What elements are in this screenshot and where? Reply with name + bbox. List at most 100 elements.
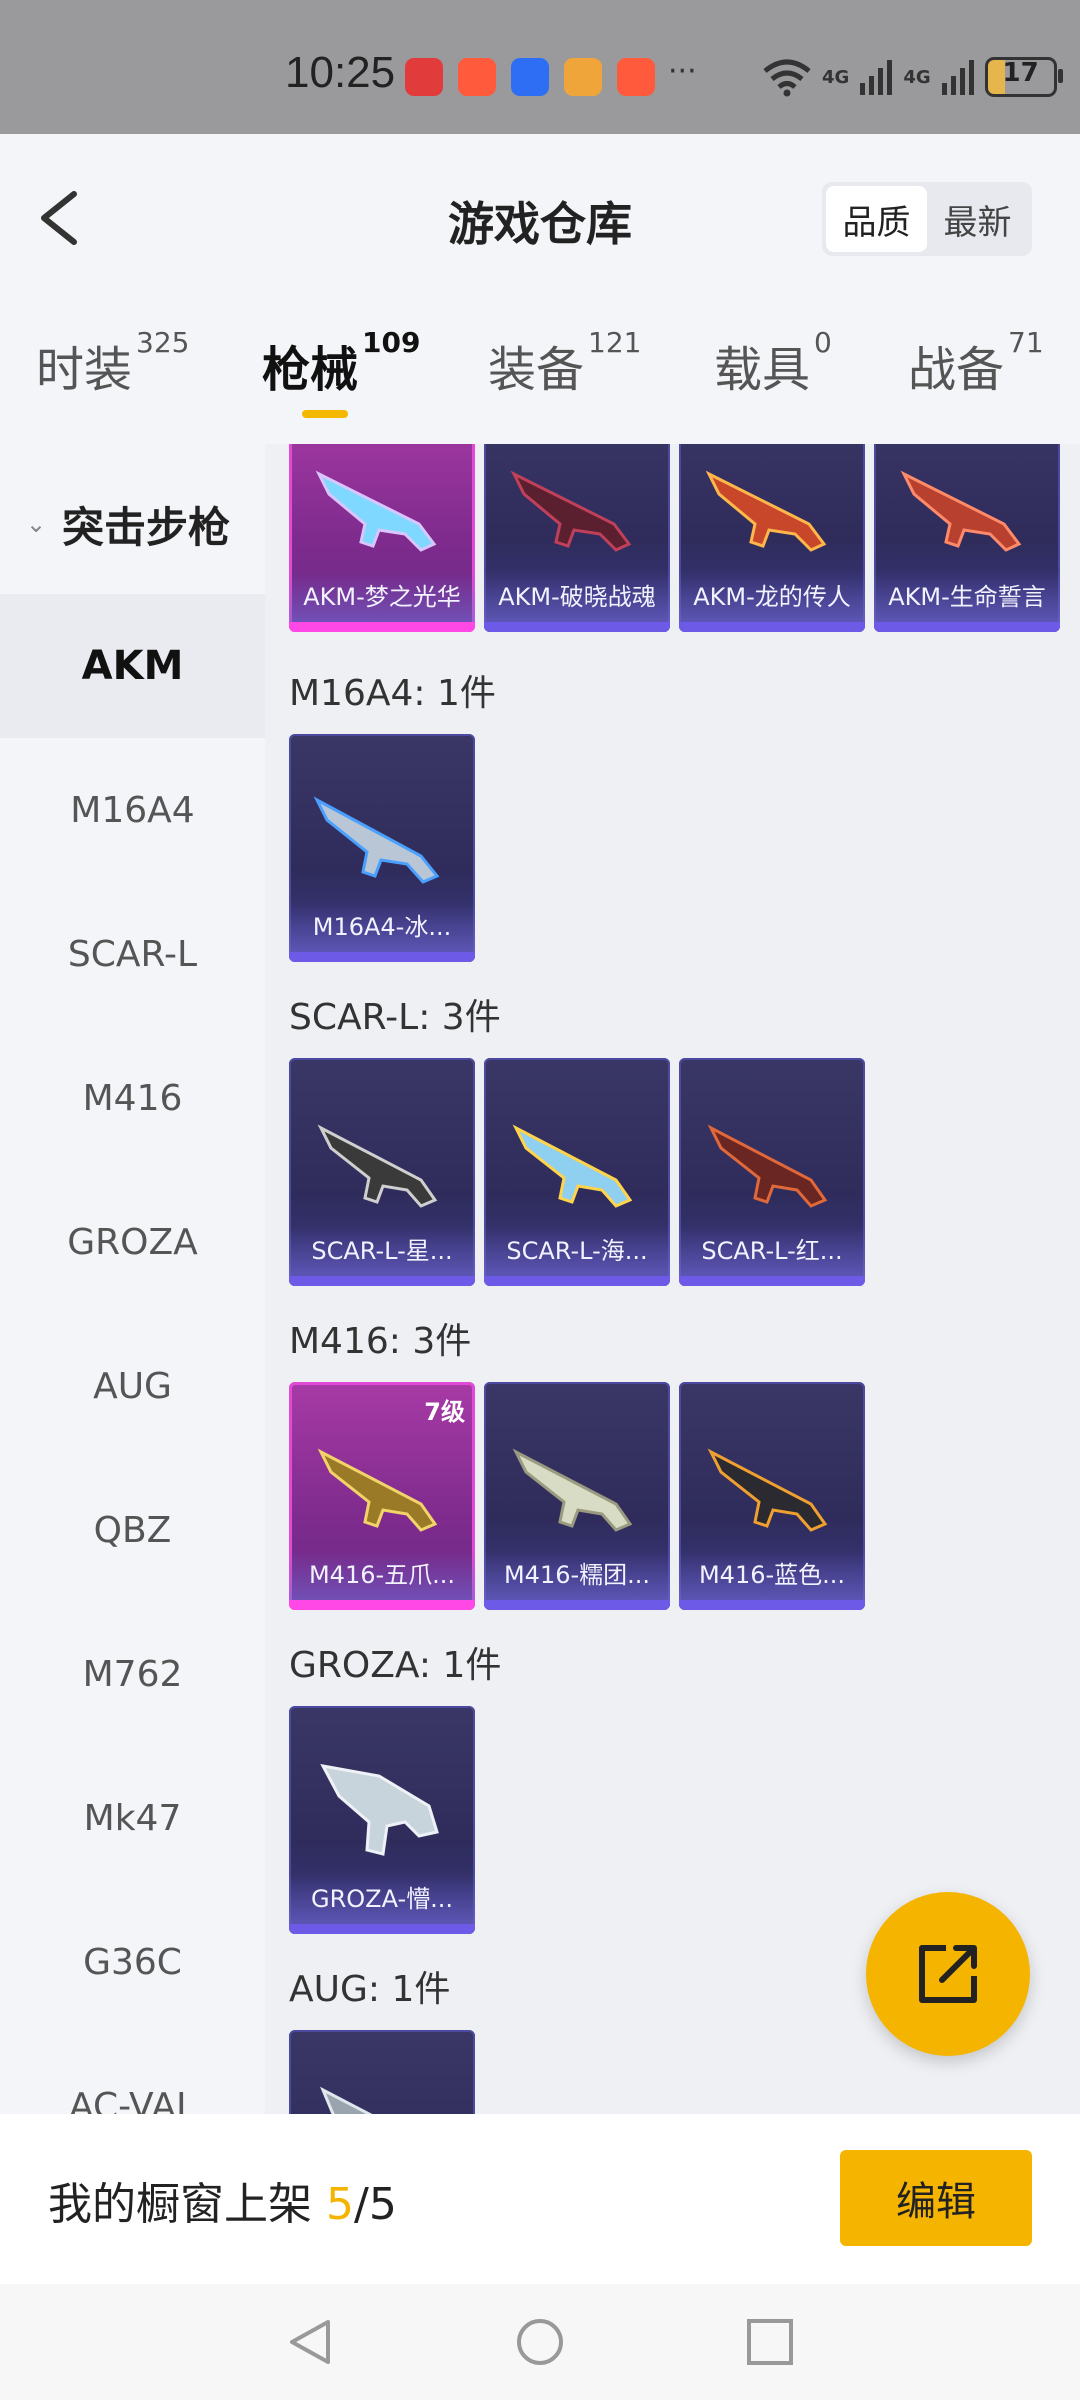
weapon-card[interactable]: AKM-梦之光华 xyxy=(289,444,475,632)
rarity-bar xyxy=(289,952,475,962)
rarity-bar xyxy=(484,622,670,632)
category-assault-rifle[interactable]: ⌄ 突击步枪 xyxy=(0,494,265,554)
rarity-bar xyxy=(874,622,1060,632)
weapon-card[interactable]: AKM-龙的传人 xyxy=(679,444,865,632)
rarity-bar xyxy=(484,1276,670,1286)
weapon-name: AKM-梦之光华 xyxy=(289,572,475,622)
rifle-icon xyxy=(510,470,632,552)
weapon-name: AKM-龙的传人 xyxy=(679,572,865,622)
nav-home-icon[interactable] xyxy=(514,2316,566,2368)
rifle-icon xyxy=(707,1124,828,1208)
video-app-icon xyxy=(458,58,496,96)
status-right: 4G 4G 17 xyxy=(762,52,1063,102)
weapon-type-sidebar: ⌄ 突击步枪 AKM M16A4 SCAR-L M416 GROZA AUG Q… xyxy=(0,444,265,2114)
share-icon xyxy=(919,1945,977,2003)
status-bar: 10:25 ··· 4G 4G 17 xyxy=(0,0,1080,134)
weapon-card[interactable]: GROZA-懵... xyxy=(289,1706,475,1934)
edit-button[interactable]: 编辑 xyxy=(840,2150,1032,2246)
tab-equipment[interactable]: 装备 121 xyxy=(488,326,641,430)
rifle-icon xyxy=(320,2086,373,2114)
sort-quality-button[interactable]: 品质 xyxy=(826,186,927,252)
tab-label: 时装 xyxy=(36,342,133,398)
weapon-card[interactable]: 7级 M416-五爪... xyxy=(289,1382,475,1610)
sidebar-item-ac-val[interactable]: AC-VAL xyxy=(0,2034,265,2115)
weapon-card[interactable]: AKM-破晓战魂 xyxy=(484,444,670,632)
nav-back-icon[interactable] xyxy=(284,2316,336,2368)
group-label-m16a4: M16A4: 1件 xyxy=(289,673,496,714)
shelf-total: /5 xyxy=(354,2179,397,2230)
weapon-name: M416-蓝色... xyxy=(679,1550,865,1600)
weapon-name: SCAR-L-红... xyxy=(679,1226,865,1276)
sidebar-item-qbz[interactable]: QBZ xyxy=(0,1458,265,1602)
tab-count: 0 xyxy=(814,326,832,359)
category-label: 突击步枪 xyxy=(62,502,231,552)
rifle-icon xyxy=(705,470,827,552)
sidebar-item-m762[interactable]: M762 xyxy=(0,1602,265,1746)
weapon-name: SCAR-L-海... xyxy=(484,1226,670,1276)
rarity-bar xyxy=(289,622,475,632)
rifle-icon xyxy=(317,1448,438,1532)
chevron-down-icon: ⌄ xyxy=(25,510,47,538)
sidebar-item-akm[interactable]: AKM xyxy=(0,594,265,738)
level-badge: 7级 xyxy=(424,1398,465,1426)
tab-vehicles[interactable]: 载具 0 xyxy=(714,326,832,430)
rifle-icon xyxy=(900,470,1022,552)
wifi-icon xyxy=(763,59,811,97)
group-label-groza: GROZA: 1件 xyxy=(289,1645,502,1686)
signal-4g-label-2: 4G xyxy=(903,66,931,88)
sidebar-item-m16a4[interactable]: M16A4 xyxy=(0,738,265,882)
tab-count: 325 xyxy=(136,326,190,359)
target-app-icon xyxy=(564,58,602,96)
weapon-card[interactable]: M16A4-冰... xyxy=(289,734,475,962)
group-label-scar-l: SCAR-L: 3件 xyxy=(289,997,501,1038)
rifle-icon xyxy=(317,1124,438,1208)
sort-newest-button[interactable]: 最新 xyxy=(927,186,1028,252)
weapon-card[interactable] xyxy=(289,2030,475,2114)
sidebar-item-scar-l[interactable]: SCAR-L xyxy=(0,882,265,1026)
sidebar-item-aug[interactable]: AUG xyxy=(0,1314,265,1458)
rarity-bar xyxy=(484,1600,670,1610)
sidebar-item-groza[interactable]: GROZA xyxy=(0,1170,265,1314)
signal-4g-label: 4G xyxy=(822,66,850,88)
weapon-card[interactable]: SCAR-L-星... xyxy=(289,1058,475,1286)
nav-recents-icon[interactable] xyxy=(744,2316,796,2368)
weapon-card[interactable]: M416-蓝色... xyxy=(679,1382,865,1610)
weapon-name: GROZA-懵... xyxy=(289,1874,475,1924)
showcase-shelf-status: 我的橱窗上架 5/5 xyxy=(48,2168,397,2232)
weapon-card[interactable]: SCAR-L-海... xyxy=(484,1058,670,1286)
weapon-card[interactable]: SCAR-L-红... xyxy=(679,1058,865,1286)
tab-guns[interactable]: 枪械 109 xyxy=(262,326,420,430)
share-fab-button[interactable] xyxy=(866,1892,1030,2056)
shield-app-icon xyxy=(511,58,549,96)
rifle-icon xyxy=(313,796,440,884)
tab-count: 109 xyxy=(362,326,421,359)
sort-toggle: 品质 最新 xyxy=(822,182,1032,256)
rarity-bar xyxy=(289,1600,475,1610)
sidebar-item-g36c[interactable]: G36C xyxy=(0,1890,265,2034)
rifle-icon xyxy=(320,1763,439,1856)
video-app-icon-2 xyxy=(617,58,655,96)
group-label-aug: AUG: 1件 xyxy=(289,1969,451,2010)
tab-label: 载具 xyxy=(714,342,811,398)
shelf-current: 5 xyxy=(326,2179,354,2230)
tab-label: 装备 xyxy=(488,342,585,398)
rarity-bar xyxy=(289,1276,475,1286)
rarity-bar xyxy=(679,1276,865,1286)
rifle-icon xyxy=(707,1448,828,1532)
shelf-label: 我的橱窗上架 xyxy=(48,2179,312,2230)
signal-icon xyxy=(860,60,893,95)
weapon-name: AKM-生命誓言 xyxy=(874,572,1060,622)
category-tabs: 时装 325 枪械 109 装备 121 载具 0 战备 71 xyxy=(0,326,1080,440)
rifle-icon xyxy=(512,1448,633,1532)
tab-supplies[interactable]: 战备 71 xyxy=(908,326,1044,430)
group-label-m416: M416: 3件 xyxy=(289,1321,472,1362)
tab-label: 枪械 xyxy=(262,342,359,398)
more-notifications-icon: ··· xyxy=(668,54,697,89)
weapon-card[interactable]: AKM-生命誓言 xyxy=(874,444,1060,632)
huawei-app-icon xyxy=(405,58,443,96)
tab-costume[interactable]: 时装 325 xyxy=(36,326,189,430)
weapon-card[interactable]: M416-糯团... xyxy=(484,1382,670,1610)
sidebar-item-mk47[interactable]: Mk47 xyxy=(0,1746,265,1890)
sidebar-item-m416[interactable]: M416 xyxy=(0,1026,265,1170)
rifle-icon xyxy=(512,1124,633,1208)
